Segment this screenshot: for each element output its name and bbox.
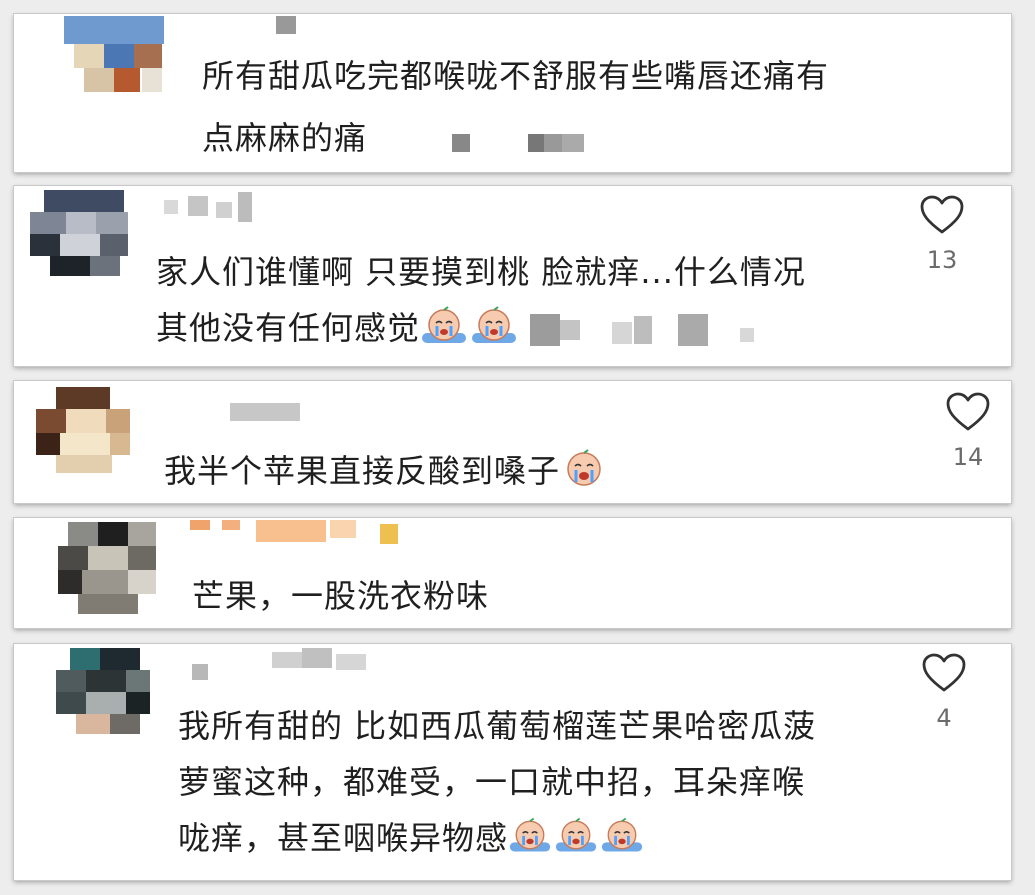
- redacted-username: [276, 16, 306, 36]
- redacted-username: [154, 192, 264, 224]
- comment-text-line-3: 咙痒，甚至咽喉异物感: [178, 814, 646, 868]
- comment-card-1: 所有甜瓜吃完都喉咙不舒服有些嘴唇还痛有 点麻麻的痛: [14, 14, 1011, 172]
- comment-text-line-2: 其他没有任何感觉: [156, 304, 770, 358]
- comment-text-line-2: 点麻麻的痛: [202, 119, 368, 157]
- comment-card-3: 我半个苹果直接反酸到嗓子 14: [14, 381, 1011, 503]
- crying-face-icon: [560, 448, 608, 501]
- comment-text: 芒果，一股洗衣粉味: [192, 577, 490, 615]
- like-count: 4: [936, 704, 952, 732]
- redacted-text: [520, 310, 770, 350]
- like-button[interactable]: 13: [912, 194, 972, 274]
- heart-icon[interactable]: [945, 391, 991, 433]
- like-count: 14: [952, 443, 984, 471]
- heart-icon[interactable]: [919, 194, 965, 236]
- avatar[interactable]: [56, 648, 152, 734]
- like-button[interactable]: 4: [914, 652, 974, 732]
- comment-text: 我半个苹果直接反酸到嗓子: [164, 447, 610, 501]
- avatar[interactable]: [30, 190, 130, 276]
- crying-face-icon: [600, 815, 644, 868]
- comment-text-segment: 其他没有任何感觉: [156, 309, 421, 347]
- redacted-username: [190, 648, 390, 682]
- comment-text-segment: 我半个苹果直接反酸到嗓子: [164, 452, 561, 490]
- comment-text-line-1: 家人们谁懂啊 只要摸到桃 脸就痒...什么情况: [156, 253, 806, 291]
- like-count: 13: [926, 246, 958, 274]
- redacted-username: [190, 518, 420, 548]
- crying-face-icon: [420, 305, 468, 358]
- crying-face-icon: [508, 815, 552, 868]
- crying-face-icon: [554, 815, 598, 868]
- like-button[interactable]: 14: [938, 391, 998, 471]
- avatar[interactable]: [64, 16, 164, 96]
- avatar[interactable]: [58, 522, 158, 616]
- comment-card-2: 家人们谁懂啊 只要摸到桃 脸就痒...什么情况 其他没有任何感觉 13: [14, 186, 1011, 366]
- comment-card-4: 芒果，一股洗衣粉味: [14, 518, 1011, 628]
- comment-text-line-2: 萝蜜这种，都难受，一口就中招，耳朵痒喉: [178, 763, 806, 801]
- redacted-username: [194, 397, 314, 423]
- comment-text-line-1: 我所有甜的 比如西瓜葡萄榴莲芒果哈密瓜菠: [178, 707, 817, 745]
- comment-text-segment: 咙痒，甚至咽喉异物感: [178, 819, 509, 857]
- comment-text-line-1: 所有甜瓜吃完都喉咙不舒服有些嘴唇还痛有: [202, 57, 830, 95]
- heart-icon[interactable]: [921, 652, 967, 694]
- redacted-text: [452, 132, 592, 154]
- avatar[interactable]: [36, 387, 132, 473]
- comment-card-5: 我所有甜的 比如西瓜葡萄榴莲芒果哈密瓜菠 萝蜜这种，都难受，一口就中招，耳朵痒喉…: [14, 644, 1011, 880]
- crying-face-icon: [470, 305, 518, 358]
